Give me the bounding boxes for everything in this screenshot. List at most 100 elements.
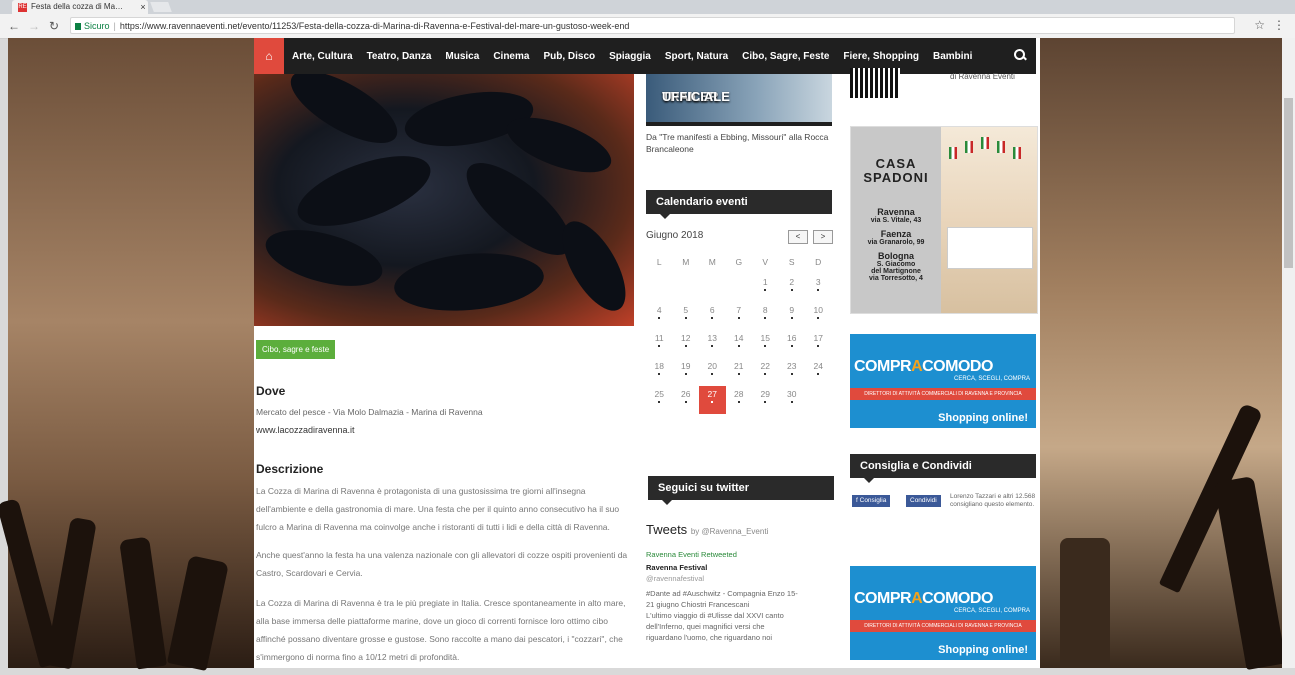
- calendar-day-number: 25: [654, 389, 664, 399]
- calendar-day[interactable]: 30: [779, 386, 806, 414]
- calendar-day[interactable]: 24: [805, 358, 832, 386]
- compracomodo-banner-2[interactable]: COMPRACOMODO CERCA, SCEGLI, COMPRA DIRET…: [850, 566, 1036, 660]
- casa-addr-3a: S. Giacomo: [876, 261, 916, 268]
- scrollbar-thumb[interactable]: [1284, 98, 1293, 268]
- home-icon[interactable]: ⌂: [254, 38, 284, 74]
- trailer-label-2: UFFICIALE: [662, 89, 730, 104]
- nav-item-arte[interactable]: Arte, Cultura: [292, 51, 353, 62]
- calendar-prev-button[interactable]: <: [788, 230, 808, 244]
- event-website-link[interactable]: www.lacozzadiravenna.it: [256, 425, 355, 435]
- tab-close-button[interactable]: ×: [138, 0, 148, 14]
- nav-item-fiere[interactable]: Fiere, Shopping: [843, 51, 919, 62]
- calendar-day[interactable]: 22: [752, 358, 779, 386]
- weekday-label: G: [735, 257, 743, 267]
- calendar-day[interactable]: 3: [805, 274, 832, 302]
- trailer-thumbnail[interactable]: TRAILER UFFICIALE: [646, 74, 832, 122]
- back-icon[interactable]: ←: [6, 18, 22, 34]
- calendar-day[interactable]: 2: [779, 274, 806, 302]
- facebook-like-button[interactable]: f Consiglia: [852, 495, 891, 507]
- trailer-caption[interactable]: Da "Tre manifesti a Ebbing, Missouri" al…: [646, 131, 832, 155]
- calendar-day[interactable]: 7: [726, 302, 753, 330]
- nav-item-cibo[interactable]: Cibo, Sagre, Feste: [742, 51, 829, 62]
- calendar-day[interactable]: 17: [805, 330, 832, 358]
- calendar-next-button[interactable]: >: [813, 230, 833, 244]
- tweet-account-handle[interactable]: @ravennafestival: [646, 573, 832, 584]
- tweets-by[interactable]: by @Ravenna_Eventi: [691, 527, 769, 536]
- event-dot-icon: [817, 373, 820, 375]
- calendar-day[interactable]: 20: [699, 358, 726, 386]
- calendar-day[interactable]: 29: [752, 386, 779, 414]
- banner-subtitle: CERCA, SCEGLI, COMPRA: [954, 376, 1031, 382]
- facebook-share-button[interactable]: Condividi: [906, 495, 941, 507]
- calendar-day-number: 28: [734, 389, 744, 399]
- address-bar[interactable]: Sicuro | https://www.ravennaeventi.net/eve…: [70, 17, 1235, 34]
- nav-item-teatro[interactable]: Teatro, Danza: [367, 51, 432, 62]
- event-photo: [254, 74, 634, 326]
- forward-icon[interactable]: →: [26, 18, 42, 34]
- calendar-day-number: 18: [654, 361, 664, 371]
- calendar-day[interactable]: 21: [726, 358, 753, 386]
- compracomodo-banner-1[interactable]: COMPRACOMODO CERCA, SCEGLI, COMPRA DIRET…: [850, 334, 1036, 428]
- calendar-empty-cell: [805, 386, 832, 414]
- nav-item-sport[interactable]: Sport, Natura: [665, 51, 728, 62]
- calendar-day[interactable]: 8: [752, 302, 779, 330]
- calendar-day[interactable]: 13: [699, 330, 726, 358]
- weekday-label: S: [788, 257, 795, 267]
- tweet-account-name[interactable]: Ravenna Festival: [646, 562, 832, 573]
- tweet-line-1: #Dante ad #Auschwitz - Compagnia Enzo 15…: [646, 589, 798, 598]
- calendar-day[interactable]: 6: [699, 302, 726, 330]
- new-tab-button[interactable]: [150, 2, 172, 12]
- event-dot-icon: [658, 345, 661, 347]
- casa-city-3: Bologna: [878, 251, 914, 261]
- event-dot-icon: [790, 345, 793, 347]
- tweets-title: Tweets: [646, 522, 688, 537]
- event-dot-icon: [658, 401, 661, 403]
- event-dot-icon: [737, 401, 740, 403]
- category-tag[interactable]: Cibo, sagre e feste: [256, 340, 336, 359]
- menu-icon[interactable]: ⋮: [1273, 18, 1285, 32]
- calendar-day[interactable]: 15: [752, 330, 779, 358]
- nav-item-pub[interactable]: Pub, Disco: [543, 51, 595, 62]
- banner-shop-label: Shopping online!: [850, 640, 1036, 660]
- nav-item-cinema[interactable]: Cinema: [493, 51, 529, 62]
- browser-tab[interactable]: RE Festa della cozza di Ma… ×: [12, 0, 148, 14]
- casa-spadoni-ad[interactable]: CASA SPADONI Ravenna via S. Vitale, 43 Fa…: [850, 126, 1038, 314]
- calendar-heading: Calendario eventi: [646, 190, 832, 219]
- page-scrollbar[interactable]: [1282, 38, 1295, 668]
- calendar-day[interactable]: 12: [673, 330, 700, 358]
- casa-photo: [941, 127, 1037, 313]
- calendar-day-number: 6: [709, 305, 715, 315]
- calendar-day[interactable]: 16: [779, 330, 806, 358]
- reload-icon[interactable]: ↻: [46, 18, 62, 34]
- calendar-day-number: 29: [760, 389, 770, 399]
- casa-addr-3b: del Martignone: [871, 268, 921, 275]
- casa-addr-3c: via Torresotto, 4: [869, 275, 923, 282]
- calendar-day[interactable]: 1: [752, 274, 779, 302]
- nav-item-musica[interactable]: Musica: [445, 51, 479, 62]
- calendar-day[interactable]: 11: [646, 330, 673, 358]
- calendar-day-number: 5: [683, 305, 689, 315]
- weekday-label: D: [815, 257, 822, 267]
- calendar-day[interactable]: 27: [699, 386, 726, 414]
- star-icon[interactable]: ☆: [1254, 18, 1265, 32]
- tweet-line-2: 21 giugno Chiostri Francescani: [646, 600, 750, 609]
- calendar-day[interactable]: 9: [779, 302, 806, 330]
- calendar-empty-cell: [726, 274, 753, 302]
- calendar-day[interactable]: 28: [726, 386, 753, 414]
- calendar-day[interactable]: 5: [673, 302, 700, 330]
- calendar-day[interactable]: 26: [673, 386, 700, 414]
- search-icon[interactable]: [1012, 47, 1028, 63]
- calendar-day[interactable]: 23: [779, 358, 806, 386]
- description-heading: Descrizione: [256, 462, 324, 476]
- nav-item-bambini[interactable]: Bambini: [933, 51, 972, 62]
- banner-strip: DIRETTORI DI ATTIVITÀ COMMERCIALI DI RAV…: [850, 620, 1036, 632]
- calendar-day[interactable]: 25: [646, 386, 673, 414]
- tab-strip: RE Festa della cozza di Ma… ×: [0, 0, 1295, 14]
- calendar-day[interactable]: 14: [726, 330, 753, 358]
- nav-item-spiaggia[interactable]: Spiaggia: [609, 51, 651, 62]
- calendar-day[interactable]: 10: [805, 302, 832, 330]
- calendar-day[interactable]: 4: [646, 302, 673, 330]
- calendar-day[interactable]: 19: [673, 358, 700, 386]
- calendar-day[interactable]: 18: [646, 358, 673, 386]
- event-dot-icon: [658, 317, 661, 319]
